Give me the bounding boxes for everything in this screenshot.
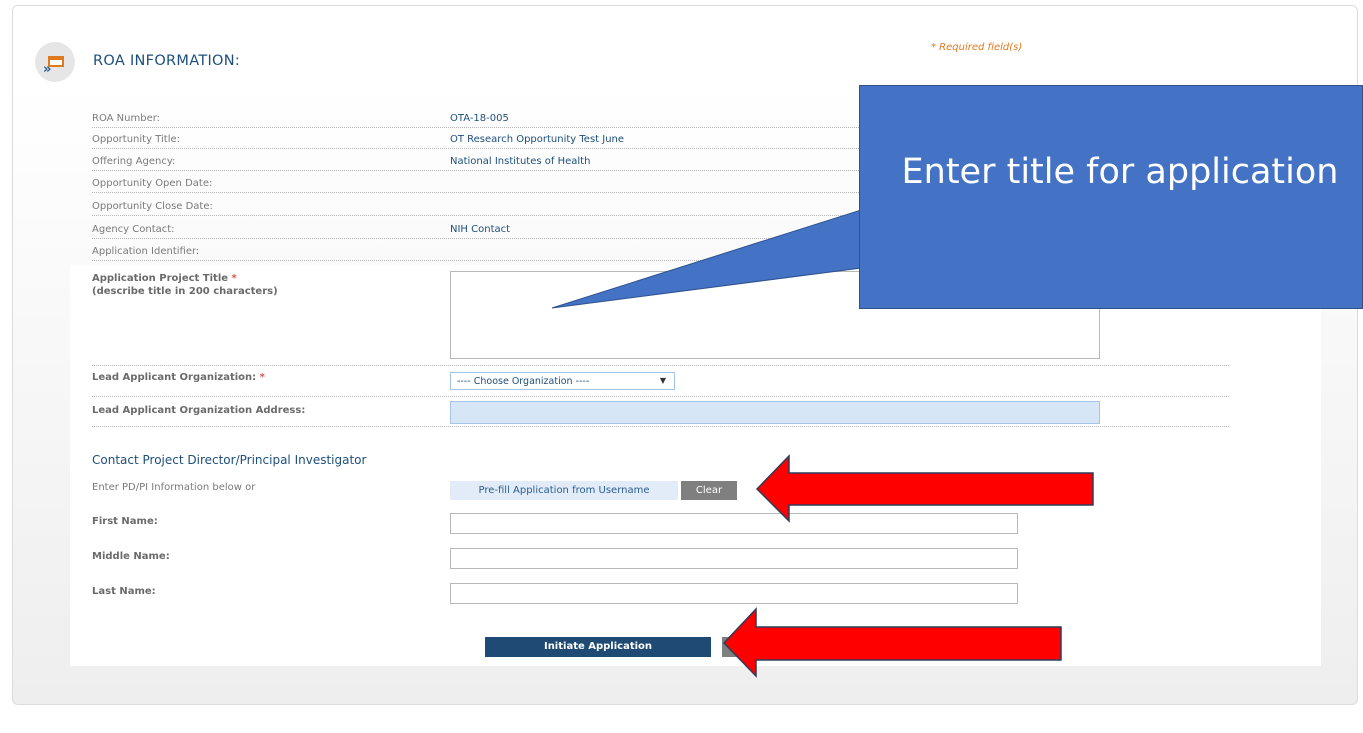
info-label: Agency Contact: [92,224,175,235]
row-divider [92,395,1229,397]
info-label: Application Identifier: [92,246,200,257]
info-value: National Institutes of Health [450,156,591,167]
middle-name-input[interactable] [450,548,1018,569]
contact-heading: Contact Project Director/Principal Inves… [92,453,367,467]
project-title-label: Application Project Title * (describe ti… [92,272,278,298]
lead-org-label: Lead Applicant Organization: * [92,371,265,384]
info-label: Opportunity Title: [92,134,180,145]
project-title-hint: (describe title in 200 characters) [92,286,278,297]
info-value: OTA-18-005 [450,113,509,124]
clear-button[interactable]: Clear [681,481,737,500]
dropdown-arrow-icon: ▼ [659,376,666,385]
info-label: Offering Agency: [92,156,176,167]
lead-org-label-text: Lead Applicant Organization: [92,372,257,383]
chevron-right-icon: » [43,62,52,77]
row-divider [92,364,1229,366]
initiate-application-button[interactable]: Initiate Application [485,637,711,657]
row-divider [92,425,1229,427]
callout-box: Enter title for application [859,85,1363,309]
lead-org-select[interactable]: ---- Choose Organization ---- ▼ [450,372,675,390]
required-fields-note: * Required field(s) [931,42,1023,53]
lead-org-address-label: Lead Applicant Organization Address: [92,405,306,416]
prefill-button[interactable]: Pre-fill Application from Username [450,481,678,500]
last-name-label: Last Name: [92,586,156,597]
info-label: Opportunity Open Date: [92,178,213,189]
lead-org-address-field[interactable] [450,401,1100,424]
pdpi-note: Enter PD/PI Information below or [92,482,256,493]
info-value: OT Research Opportunity Test June [450,134,625,145]
secondary-action-button[interactable] [722,637,762,657]
lead-org-selected: ---- Choose Organization ---- [457,376,590,387]
last-name-input[interactable] [450,583,1018,604]
project-title-label-text: Application Project Title [92,273,229,284]
required-marker: * [231,273,237,284]
info-label: Opportunity Close Date: [92,201,213,212]
info-value: NIH Contact [450,224,511,235]
first-name-input[interactable] [450,513,1018,534]
info-label: ROA Number: [92,113,161,124]
first-name-label: First Name: [92,516,158,527]
middle-name-label: Middle Name: [92,551,170,562]
required-marker: * [259,372,265,383]
section-title: ROA INFORMATION: [93,53,241,69]
window-arrow-icon: » [35,42,75,82]
